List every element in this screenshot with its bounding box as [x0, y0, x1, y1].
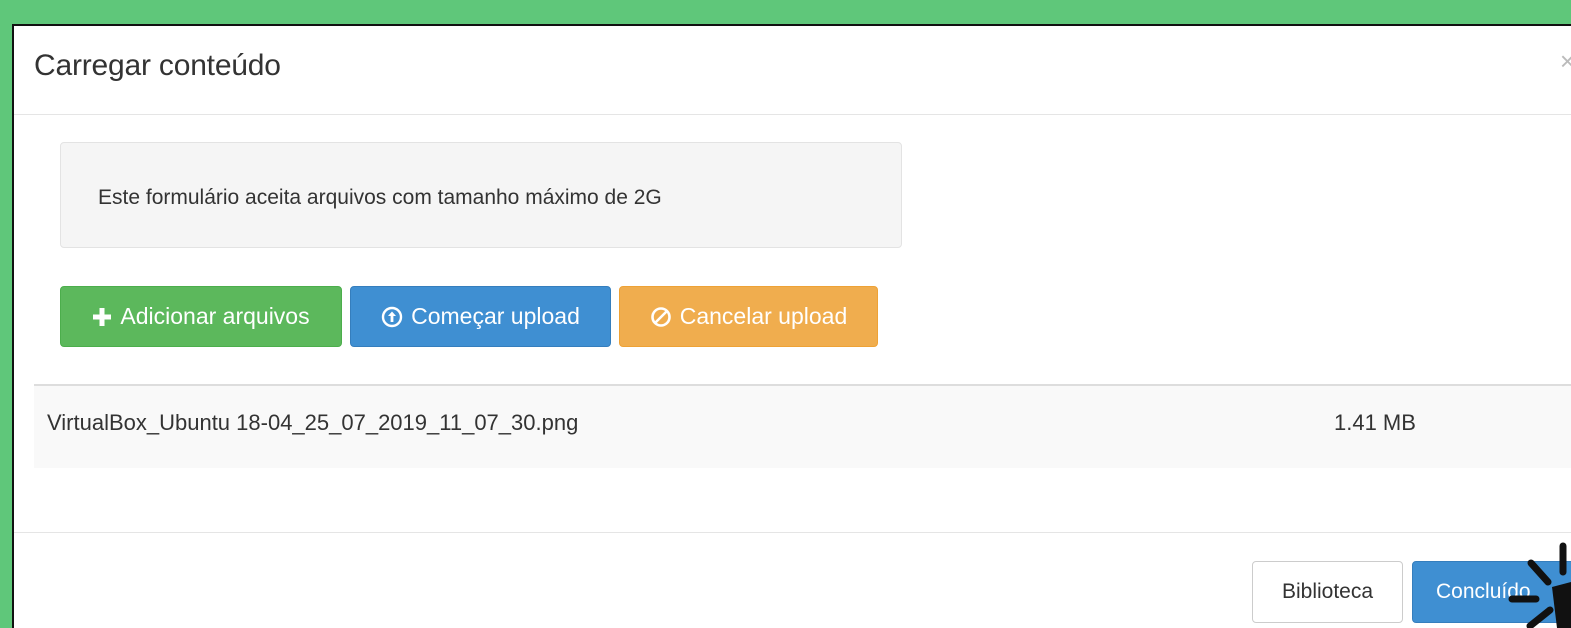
file-size-notice: Este formulário aceita arquivos com tama… — [60, 142, 902, 248]
dialog-footer: Biblioteca Concluído — [14, 532, 1571, 628]
cancel-upload-button[interactable]: Cancelar upload — [619, 286, 878, 347]
file-size: 1.41 MB — [1334, 410, 1416, 435]
add-files-label: Adicionar arquivos — [120, 303, 310, 329]
click-burst-icon — [1508, 542, 1571, 628]
upload-circle-icon — [381, 306, 403, 328]
plus-icon — [92, 307, 112, 327]
start-upload-label: Começar upload — [411, 303, 580, 329]
library-button[interactable]: Biblioteca — [1252, 561, 1403, 623]
file-list: VirtualBox_Ubuntu 18-04_25_07_2019_11_07… — [34, 384, 1571, 468]
ban-icon — [650, 306, 672, 328]
start-upload-button[interactable]: Começar upload — [350, 286, 611, 347]
dialog-title: Carregar conteúdo — [34, 49, 281, 82]
file-name: VirtualBox_Ubuntu 18-04_25_07_2019_11_07… — [47, 410, 579, 435]
notice-text: Este formulário aceita arquivos com tama… — [98, 186, 662, 209]
close-icon[interactable]: × — [1560, 48, 1571, 74]
upload-dialog: Carregar conteúdo × Este formulário acei… — [12, 24, 1571, 628]
add-files-button[interactable]: Adicionar arquivos — [60, 286, 342, 347]
cancel-upload-label: Cancelar upload — [679, 303, 848, 329]
dialog-header: Carregar conteúdo × — [14, 26, 1571, 115]
